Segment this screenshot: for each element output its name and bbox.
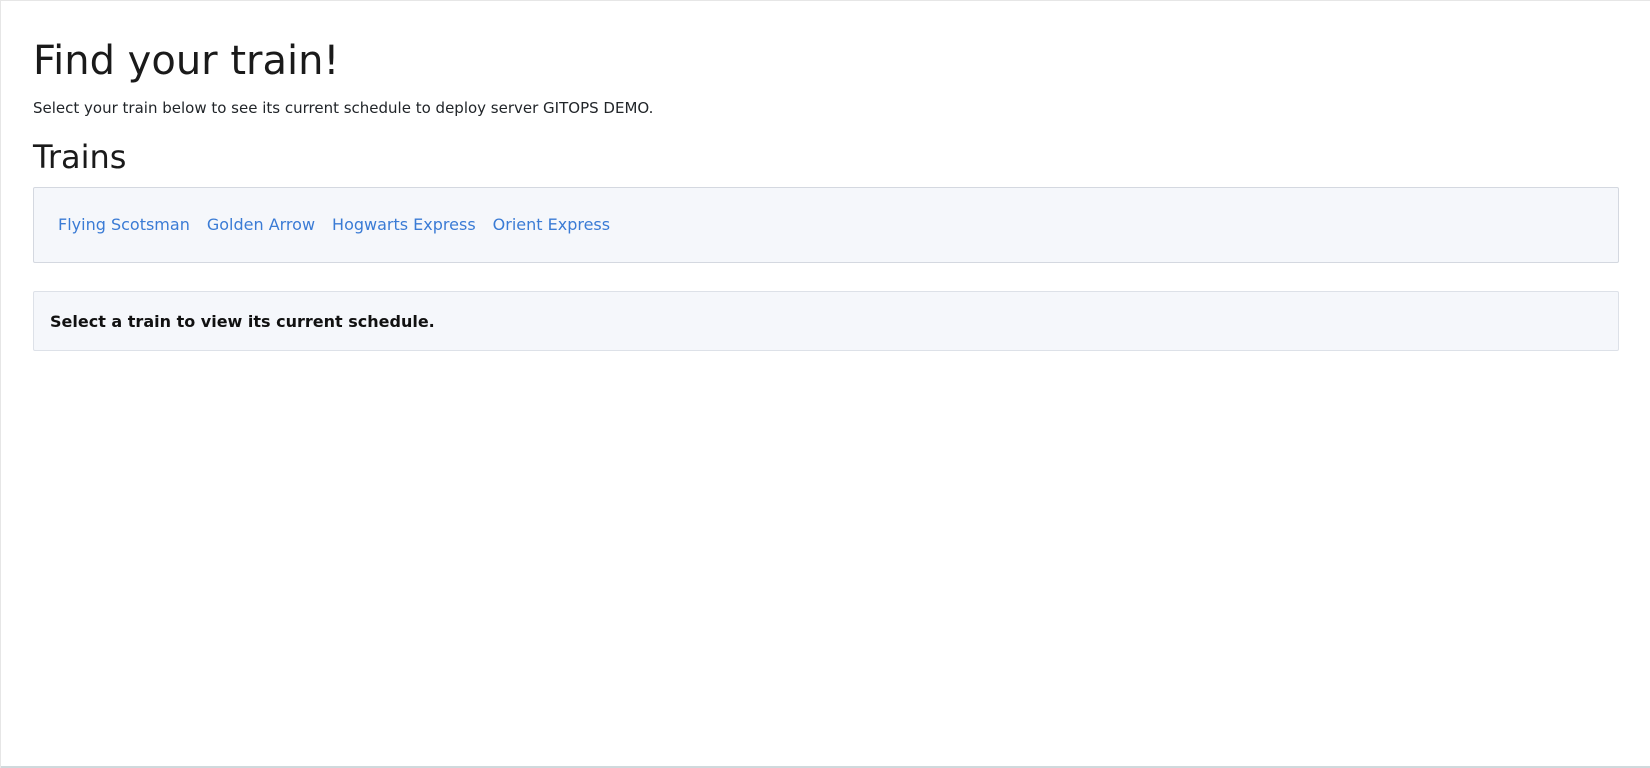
train-link-golden-arrow[interactable]: Golden Arrow: [207, 215, 315, 235]
train-link-orient-express[interactable]: Orient Express: [493, 215, 610, 235]
schedule-message: Select a train to view its current sched…: [50, 311, 435, 331]
train-link-hogwarts-express[interactable]: Hogwarts Express: [332, 215, 476, 235]
schedule-panel: Select a train to view its current sched…: [33, 291, 1619, 351]
trains-heading: Trains: [33, 138, 127, 176]
train-list: Flying Scotsman Golden Arrow Hogwarts Ex…: [33, 187, 1619, 263]
page-title: Find your train!: [33, 38, 340, 84]
page: { "header": { "title": "Find your train!…: [0, 0, 1650, 768]
page-subtitle: Select your train below to see its curre…: [33, 99, 654, 117]
train-link-flying-scotsman[interactable]: Flying Scotsman: [58, 215, 190, 235]
